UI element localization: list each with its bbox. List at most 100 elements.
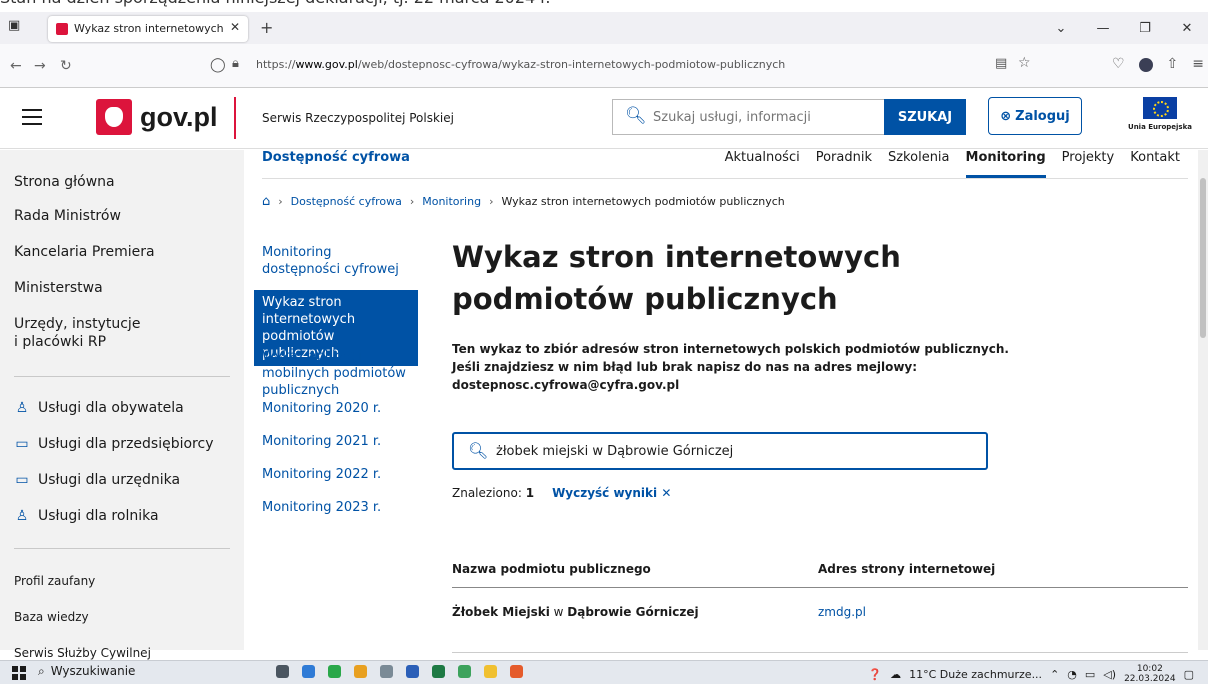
word-icon[interactable] [406,665,419,678]
nav-chancellery[interactable]: Kancelaria Premiera [14,244,155,260]
page-intro: Ten wykaz to zbiór adresów stron interne… [452,342,1009,392]
tab-list-icon[interactable]: ▣ [8,18,30,38]
shield-icon: ◯ [210,57,226,73]
side-menu-monitoring-2023[interactable]: Monitoring 2023 r. [254,495,418,520]
url-bar[interactable]: ◯ 🔒︎ https://www.gov.pl/web/dostepnosc-c… [210,52,1031,80]
task-view-icon[interactable] [276,665,289,678]
tab-close-icon[interactable]: ✕ [230,20,240,34]
bookmark-star-icon[interactable]: ☆ [1018,55,1031,71]
chevron-down-icon[interactable]: ⌄ [1040,21,1082,36]
app-icon[interactable] [458,665,471,678]
nav-official-services[interactable]: ▭ Usługi dla urzędnika [14,472,180,488]
breadcrumb: ⌂ › Dostępność cyfrowa › Monitoring › Wy… [262,194,785,209]
home-icon[interactable]: ⌂ [262,194,270,209]
file-explorer-icon[interactable] [484,665,497,678]
browser-tab[interactable]: Wykaz stron internetowych pod ✕ [48,16,248,42]
nav-trusted-profile[interactable]: Profil zaufany [14,574,95,588]
section-menu-monitoring[interactable]: Monitoring [958,150,1054,178]
calculator-icon[interactable] [380,665,393,678]
results-count: Znaleziono: 1 [452,486,535,500]
clock[interactable]: 10:02 22.03.2024 [1124,664,1176,684]
battery-icon[interactable]: ▭ [1085,668,1095,681]
windows-start-icon[interactable] [12,666,26,680]
nav-offices[interactable]: Urzędy, instytucje [14,316,140,332]
chrome-icon[interactable] [354,665,367,678]
search-icon: 🔍︎ [625,106,647,126]
breadcrumb-link[interactable]: Dostępność cyfrowa [291,195,402,208]
result-entity-url[interactable]: zmdg.pl [818,605,866,619]
reload-icon[interactable]: ↻ [60,58,72,74]
nav-business-services[interactable]: ▭ Usługi dla przedsiębiorcy [14,436,213,452]
minimize-icon[interactable]: — [1082,21,1124,36]
nav-citizen-services[interactable]: ♙ Usługi dla obywatela [14,400,184,416]
extensions-icon[interactable]: ⇧ [1167,56,1179,72]
wifi-icon[interactable]: ◔ [1067,668,1077,681]
section-menu-news[interactable]: Aktualności [717,150,808,178]
forward-icon[interactable]: → [34,58,46,74]
breadcrumb-current: Wykaz stron internetowych podmiotów publ… [501,195,785,208]
nav-ministries[interactable]: Ministerstwa [14,280,103,296]
column-header-name: Nazwa podmiotu publicznego [452,562,651,576]
section-menu-guide[interactable]: Poradnik [808,150,880,178]
filter-input[interactable] [496,434,976,468]
login-label: Zaloguj [1015,108,1070,124]
section-menu-projects[interactable]: Projekty [1054,150,1123,178]
side-menu-monitoring-2020[interactable]: Monitoring 2020 r. [254,396,418,421]
person-icon: ♙ [15,508,29,524]
nav-official-services-label: Usługi dla urzędnika [38,472,181,488]
side-menu-monitoring[interactable]: Monitoring dostępności cyfrowej [254,240,418,282]
volume-icon[interactable]: ◁) [1103,668,1116,681]
person-icon: ♙ [15,400,29,416]
pocket-icon[interactable]: ♡ [1112,56,1125,72]
excel-icon[interactable] [432,665,445,678]
nav-home[interactable]: Strona główna [14,174,115,190]
hamburger-menu-icon[interactable] [22,109,42,125]
login-button[interactable]: ⊗ Zaloguj [988,97,1082,135]
results-summary: Znaleziono: 1 Wyczyść wyniki ✕ [452,486,671,500]
table-divider [452,652,1188,653]
govpl-logo[interactable]: gov.pl [96,99,218,135]
favicon-icon [56,23,68,35]
nav-divider [14,376,230,377]
page-scrollbar[interactable] [1198,150,1208,650]
breadcrumb-link[interactable]: Monitoring [422,195,481,208]
side-menu-monitoring-2021[interactable]: Monitoring 2021 r. [254,429,418,454]
search-field: 🔍︎ [612,99,884,135]
back-icon[interactable]: ← [10,58,22,74]
search-button[interactable]: SZUKAJ [884,99,966,135]
nav-civil-service[interactable]: Serwis Służby Cywilnej [14,646,151,660]
app-icon[interactable] [328,665,341,678]
section-title[interactable]: Dostępność cyfrowa [262,150,410,165]
nav-farmer-services[interactable]: ♙ Usługi dla rolnika [14,508,159,524]
scrollbar-thumb[interactable] [1200,178,1206,338]
eu-flag-icon [1143,97,1177,119]
clock-time: 10:02 [1136,664,1163,674]
app-icon[interactable] [302,665,315,678]
nav-knowledge-base[interactable]: Baza wiedzy [14,610,89,624]
reader-view-icon[interactable]: ▤ [995,56,1007,71]
close-icon[interactable]: ✕ [1166,21,1208,36]
side-menu-monitoring-2022[interactable]: Monitoring 2022 r. [254,462,418,487]
side-menu-mobile-apps-list[interactable]: Wykaz aplikacji mobilnych podmiotów publ… [254,344,418,403]
nav-offices-line2[interactable]: i placówki RP [14,334,106,350]
user-circle-icon: ⊗ [1000,108,1012,124]
chevron-up-icon[interactable]: ⌃ [1050,668,1059,681]
nav-council-of-ministers[interactable]: Rada Ministrów [14,208,121,224]
search-input[interactable] [653,100,878,134]
section-menu: Aktualności Poradnik Szkolenia Monitorin… [717,150,1188,178]
taskbar-search[interactable]: ⌕ Wyszukiwanie [38,664,135,679]
section-menu-training[interactable]: Szkolenia [880,150,958,178]
clear-results-button[interactable]: Wyczyść wyniki ✕ [552,486,671,500]
help-icon[interactable]: ❓ [868,668,882,681]
restore-icon[interactable]: ❐ [1124,21,1166,36]
new-tab-icon[interactable]: + [260,18,273,37]
notifications-icon[interactable]: ▢ [1184,668,1194,681]
menu-icon[interactable]: ≡ [1192,56,1204,72]
url-text[interactable]: https://www.gov.pl/web/dostepnosc-cyfrow… [256,58,785,71]
page-title: Wykaz stron internetowych podmiotów publ… [452,240,901,316]
weather-text[interactable]: 11°C Duże zachmurze... [909,668,1042,681]
account-icon[interactable] [1138,58,1153,72]
column-header-url: Adres strony internetowej [818,562,996,576]
section-menu-contact[interactable]: Kontakt [1122,150,1188,178]
firefox-icon[interactable] [510,665,523,678]
